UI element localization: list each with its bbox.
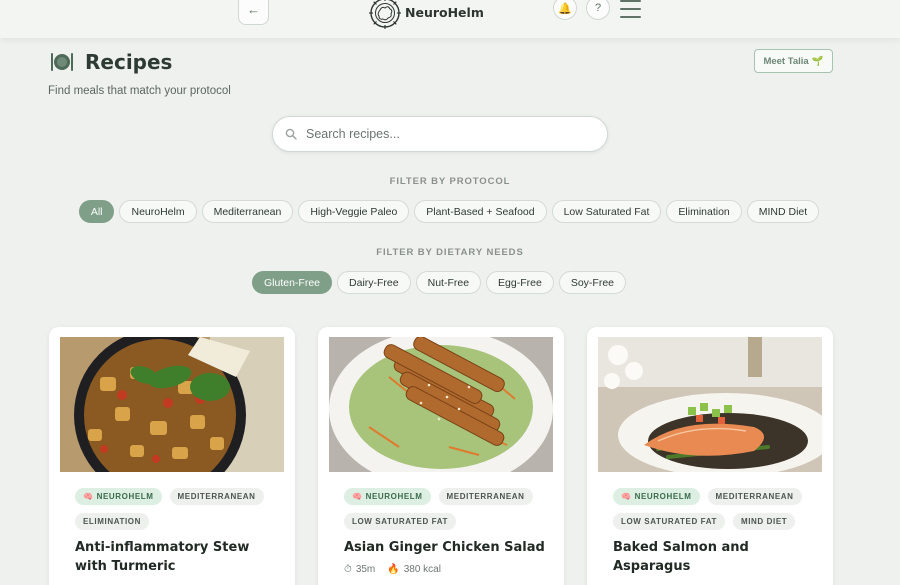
recipe-card[interactable]: 🧠 NEUROHELM MEDITERRANEAN ELIMINATION Ant… xyxy=(49,327,295,585)
recipe-meta: ⏱ 35m 🔥 380 kcal xyxy=(344,564,441,575)
search-icon xyxy=(285,128,297,140)
sprout-icon: 🌱 xyxy=(811,55,824,67)
dietary-chip[interactable]: Nut-Free xyxy=(415,271,482,294)
recipe-title[interactable]: Anti-inflammatory Stew with Turmeric xyxy=(75,538,280,576)
notifications-button[interactable]: 🔔 xyxy=(553,0,577,20)
protocol-chip[interactable]: Elimination xyxy=(666,200,742,223)
protocol-chip[interactable]: Mediterranean xyxy=(201,200,294,223)
dietary-chip[interactable]: Gluten-Free xyxy=(251,271,333,294)
recipe-card[interactable]: 🧠 NEUROHELM MEDITERRANEAN LOW SATURATED F… xyxy=(587,327,833,585)
plate-cutlery-icon xyxy=(51,53,73,71)
meet-talia-label: Meet Talia xyxy=(763,55,809,67)
recipe-card[interactable]: 🧠 NEUROHELM MEDITERRANEAN LOW SATURATED F… xyxy=(318,327,564,585)
recipe-tag: ELIMINATION xyxy=(75,513,150,530)
recipe-tags: 🧠 NEUROHELM MEDITERRANEAN LOW SATURATED F… xyxy=(344,488,544,530)
recipe-time: ⏱ 35m xyxy=(344,564,376,575)
protocol-filter-label: FILTER BY PROTOCOL xyxy=(389,176,511,187)
clock-icon: ⏱ xyxy=(344,564,352,575)
recipe-tag: MEDITERRANEAN xyxy=(438,488,533,505)
recipe-title[interactable]: Baked Salmon and Asparagus xyxy=(613,538,818,576)
protocol-chip[interactable]: Plant-Based + Seafood xyxy=(414,200,547,223)
dietary-filter-chips: Gluten-Free Dairy-Free Nut-Free Egg-Free… xyxy=(0,271,889,294)
flame-icon: 🔥 xyxy=(387,564,400,575)
protocol-chip[interactable]: MIND Diet xyxy=(746,200,820,223)
protocol-chip[interactable]: High-Veggie Paleo xyxy=(298,200,410,223)
recipe-tag: LOW SATURATED FAT xyxy=(344,513,456,530)
recipe-tag: MIND DIET xyxy=(732,513,796,530)
recipe-tag: MEDITERRANEAN xyxy=(707,488,802,505)
arrow-left-icon: ← xyxy=(247,2,260,17)
brain-icon: 🧠 xyxy=(83,492,94,501)
help-label: ? xyxy=(594,2,602,14)
protocol-chip[interactable]: Low Saturated Fat xyxy=(551,200,662,223)
page-header: Recipes xyxy=(49,50,172,74)
recipe-tag: 🧠 NEUROHELM xyxy=(344,488,431,505)
dietary-chip[interactable]: Dairy-Free xyxy=(337,271,411,294)
recipe-tags: 🧠 NEUROHELM MEDITERRANEAN ELIMINATION xyxy=(75,488,275,530)
recipe-tag: 🧠 NEUROHELM xyxy=(613,488,700,505)
brain-helm-logo-icon xyxy=(369,0,401,29)
search-input[interactable] xyxy=(306,127,586,141)
recipe-title[interactable]: Asian Ginger Chicken Salad xyxy=(344,538,549,557)
bell-icon: 🔔 xyxy=(558,2,572,15)
top-bar: ← NeuroHelm 🔔 ? xyxy=(0,0,900,38)
recipe-tag: MEDITERRANEAN xyxy=(169,488,264,505)
brand-name: NeuroHelm xyxy=(405,4,484,20)
protocol-chip[interactable]: NeuroHelm xyxy=(119,200,197,223)
meet-talia-button[interactable]: Meet Talia 🌱 xyxy=(754,49,833,73)
page-title: Recipes xyxy=(85,50,173,74)
brain-icon: 🧠 xyxy=(352,492,363,501)
dietary-chip[interactable]: Soy-Free xyxy=(558,271,627,294)
hamburger-menu-icon[interactable] xyxy=(620,0,641,18)
recipe-image-stew xyxy=(60,337,284,472)
back-button[interactable]: ← xyxy=(238,0,269,25)
recipe-image-salmon xyxy=(598,337,822,472)
recipe-tags: 🧠 NEUROHELM MEDITERRANEAN LOW SATURATED F… xyxy=(613,488,813,530)
dietary-chip[interactable]: Egg-Free xyxy=(486,271,554,294)
dietary-filter-label: FILTER BY DIETARY NEEDS xyxy=(376,247,524,258)
recipe-image-chicken-salad xyxy=(329,337,553,472)
recipe-calories: 🔥 380 kcal xyxy=(387,564,441,575)
brand[interactable]: NeuroHelm xyxy=(368,0,484,30)
recipe-tag: LOW SATURATED FAT xyxy=(613,513,725,530)
brain-icon: 🧠 xyxy=(621,492,632,501)
search-bar[interactable] xyxy=(272,116,608,152)
protocol-chip[interactable]: All xyxy=(78,200,115,223)
recipe-tag: 🧠 NEUROHELM xyxy=(75,488,162,505)
page-subtitle: Find meals that match your protocol xyxy=(48,85,231,97)
help-button[interactable]: ? xyxy=(586,0,610,20)
protocol-filter-chips: All NeuroHelm Mediterranean High-Veggie … xyxy=(0,200,899,223)
